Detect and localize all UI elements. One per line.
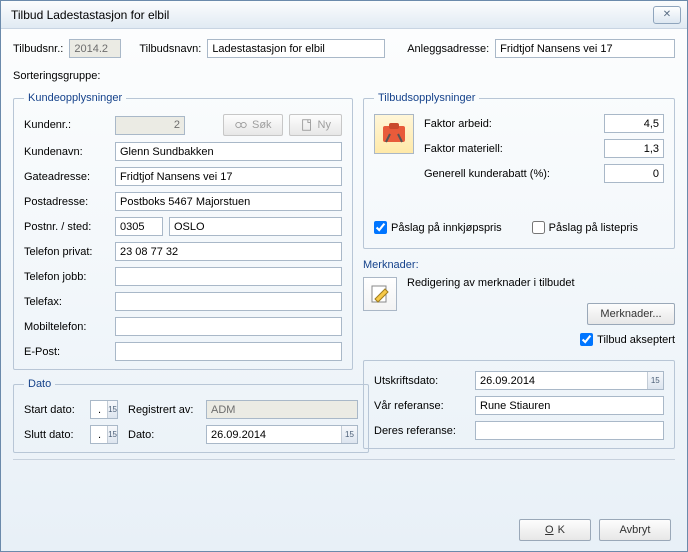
generell-rabatt-label: Generell kunderabatt (%):	[424, 168, 598, 180]
tilbud-legend: Tilbudsopplysninger	[374, 92, 479, 104]
kunde-legend: Kundeopplysninger	[24, 92, 126, 104]
faktor-materiell-label: Faktor materiell:	[424, 143, 598, 155]
merknader-section: Merknader: Redigering av merknader i til…	[363, 259, 675, 346]
titlebar: Tilbud Ladestastasjon for elbil ✕	[1, 1, 687, 29]
tools-icon	[374, 114, 414, 154]
dialog-window: Tilbud Ladestastasjon for elbil ✕ Tilbud…	[0, 0, 688, 552]
postadresse-field[interactable]	[115, 192, 342, 211]
telefax-field[interactable]	[115, 292, 342, 311]
telefonjobb-label: Telefon jobb:	[24, 271, 109, 283]
close-icon: ✕	[663, 9, 671, 20]
utskrift-fieldset: Utskriftsdato: 15 Vår referanse: Deres r…	[363, 360, 675, 449]
kundenavn-label: Kundenavn:	[24, 146, 109, 158]
gateadresse-label: Gateadresse:	[24, 171, 109, 183]
dato-legend: Dato	[24, 378, 55, 390]
telefonpriv-field[interactable]	[115, 242, 342, 261]
ok-button[interactable]: OK	[519, 519, 591, 541]
postadresse-label: Postadresse:	[24, 196, 109, 208]
deres-ref-label: Deres referanse:	[374, 425, 469, 437]
gateadresse-field[interactable]	[115, 167, 342, 186]
kundenr-field	[115, 116, 185, 135]
calendar-icon[interactable]: 15	[647, 372, 663, 389]
tilbudsnr-field	[69, 39, 121, 58]
dato-field[interactable]: 15	[206, 425, 358, 444]
epost-field[interactable]	[115, 342, 342, 361]
sluttdato-label: Slutt dato:	[24, 429, 84, 441]
merknader-desc: Redigering av merknader i tilbudet	[407, 277, 675, 289]
tilbudsnavn-field[interactable]	[207, 39, 385, 58]
kundenr-label: Kundenr.:	[24, 119, 109, 131]
var-ref-field[interactable]	[475, 396, 664, 415]
note-edit-icon	[363, 277, 397, 311]
kundenavn-field[interactable]	[115, 142, 342, 161]
faktor-arbeid-field[interactable]	[604, 114, 664, 133]
calendar-icon[interactable]: 15	[107, 426, 117, 443]
startdato-field[interactable]: 15	[90, 400, 118, 419]
sluttdato-field[interactable]: 15	[90, 425, 118, 444]
sok-button: Søk	[223, 114, 283, 136]
sted-field[interactable]	[169, 217, 342, 236]
utskriftsdato-field[interactable]: 15	[475, 371, 664, 390]
paslag-liste-checkbox[interactable]: Påslag på listepris	[532, 221, 638, 234]
close-button[interactable]: ✕	[653, 6, 681, 24]
registrert-field	[206, 400, 358, 419]
var-ref-label: Vår referanse:	[374, 400, 469, 412]
faktor-materiell-field[interactable]	[604, 139, 664, 158]
anleggsadresse-field[interactable]	[495, 39, 675, 58]
postnr-label: Postnr. / sted:	[24, 221, 109, 233]
tilbudsnavn-label: Tilbudsnavn:	[139, 43, 201, 55]
faktor-arbeid-label: Faktor arbeid:	[424, 118, 598, 130]
kunde-fieldset: Kundeopplysninger Kundenr.: Søk Ny	[13, 92, 353, 370]
tilbudsnr-label: Tilbudsnr.:	[13, 43, 63, 55]
mobil-label: Mobiltelefon:	[24, 321, 109, 333]
merknader-button[interactable]: Merknader...	[587, 303, 675, 325]
calendar-icon[interactable]: 15	[341, 426, 357, 443]
window-title: Tilbud Ladestastasjon for elbil	[11, 8, 653, 22]
paslag-innkjop-checkbox[interactable]: Påslag på innkjøpspris	[374, 221, 502, 234]
document-icon	[300, 118, 314, 132]
merknader-legend: Merknader:	[363, 259, 675, 271]
anleggsadresse-label: Anleggsadresse:	[407, 43, 489, 55]
tilbud-akseptert-checkbox[interactable]: Tilbud akseptert	[580, 333, 675, 346]
footer-separator	[13, 459, 675, 460]
registrert-label: Registrert av:	[128, 404, 200, 416]
dato-fieldset: Dato Start dato: 15 Slutt dato:	[13, 378, 369, 453]
calendar-icon[interactable]: 15	[107, 401, 117, 418]
epost-label: E-Post:	[24, 346, 109, 358]
dato-label: Dato:	[128, 429, 200, 441]
generell-rabatt-field[interactable]	[604, 164, 664, 183]
avbryt-button[interactable]: Avbryt	[599, 519, 671, 541]
deres-ref-field[interactable]	[475, 421, 664, 440]
mobil-field[interactable]	[115, 317, 342, 336]
sorteringsgruppe-label: Sorteringsgruppe:	[13, 70, 100, 82]
telefonpriv-label: Telefon privat:	[24, 246, 109, 258]
binoculars-icon	[234, 118, 248, 132]
startdato-label: Start dato:	[24, 404, 84, 416]
telefax-label: Telefax:	[24, 296, 109, 308]
utskriftsdato-label: Utskriftsdato:	[374, 375, 469, 387]
ny-button: Ny	[289, 114, 342, 136]
telefonjobb-field[interactable]	[115, 267, 342, 286]
tilbud-fieldset: Tilbudsopplysninger Faktor arbeid: Fakto…	[363, 92, 675, 249]
postnr-field[interactable]	[115, 217, 163, 236]
